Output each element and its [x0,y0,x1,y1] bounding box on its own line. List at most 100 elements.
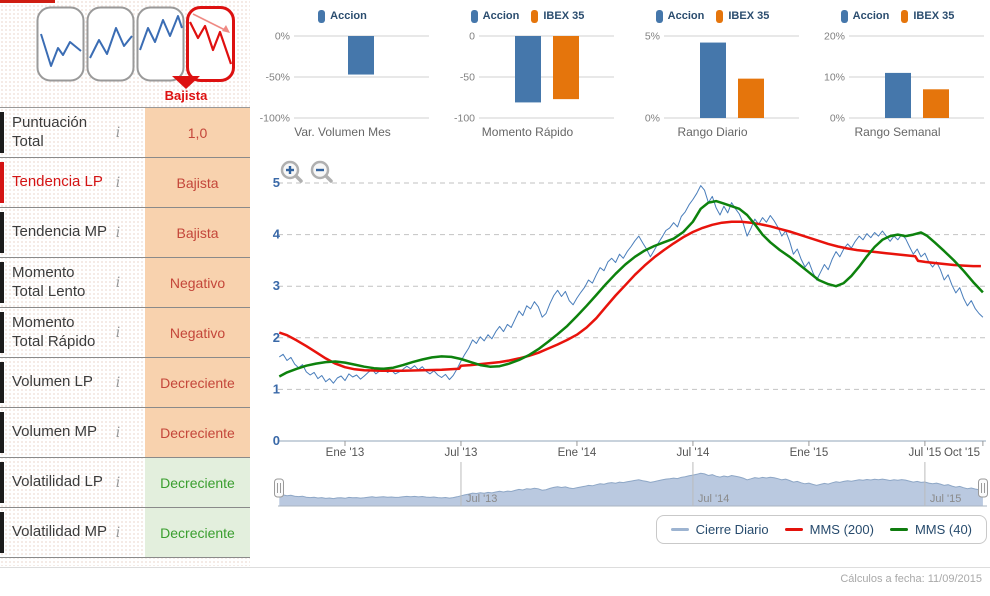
mini-legend-item[interactable]: Accion [318,9,367,23]
x-axis-label: Ene '15 [790,447,829,458]
legend-item[interactable]: Cierre Diario [670,522,769,537]
row-label: Puntuación Total [12,114,88,150]
legend-label: IBEX 35 [728,10,770,22]
legend-line-swatch [670,527,689,531]
legend-item[interactable]: MMS (40) [889,521,972,537]
series-mms-40- [278,199,984,378]
mini-chart-legend: Accion IBEX 35 [805,6,990,26]
legend-row: Cierre Diario MMS (200) MMS (40) [250,510,990,548]
legend-line-swatch [784,527,803,531]
navigator-right-handle[interactable] [978,478,988,498]
range-navigator[interactable]: Jul '13 Jul '14 Jul '15 [250,458,990,510]
legend-label: IBEX 35 [543,10,585,22]
info-icon[interactable]: i [108,425,128,441]
legend-label: MMS (200) [809,521,874,537]
mini-bar-chart: Accion IBEX 35 0 -50 -100 Momento Rápido [435,0,620,148]
x-axis-label: Ene '14 [558,447,597,458]
trend-thumb-2[interactable] [86,6,135,82]
legend-swatch-icon [318,9,326,23]
calculation-date: Cálculos a fecha: 11/09/2015 [840,573,982,585]
bar-ibex-35 [738,78,764,118]
mini-chart-plot: 0% -50% -100% [260,31,429,125]
trend-thumb-1[interactable] [36,6,85,82]
legend-swatch-icon [901,9,909,23]
trend-table-row: Tendencia LP i Bajista [0,158,250,208]
row-accent-bar [0,512,4,553]
info-icon[interactable]: i [108,325,128,341]
mini-bar-chart: Accion IBEX 35 5% 0% Rango Diario [620,0,805,148]
analysis-panel: Bajista Puntuación Total i 1,0 Tendencia… [0,0,250,566]
charts-panel: Accion 0% -50% -100% Var. Volumen Mes Acci… [250,0,990,566]
mini-legend-item[interactable]: IBEX 35 [531,9,585,23]
row-label: Momento Total Rápido [12,314,96,350]
zoom-out-button[interactable] [310,160,333,183]
mini-legend-item[interactable]: IBEX 35 [901,9,954,23]
navigator-area [279,473,983,506]
bar-accion [515,36,541,103]
mini-bar-charts: Accion 0% -50% -100% Var. Volumen Mes Acci… [250,0,990,148]
mini-legend-item[interactable]: Accion [840,9,890,23]
price-chart[interactable]: 0 1 2 3 4 5 Ene '13 Jul '13 Ene '14 Jul '14 Ene '1… [250,148,990,458]
info-icon[interactable]: i [108,475,128,491]
trend-thumb-4-active[interactable] [186,6,235,82]
info-icon[interactable]: i [108,275,128,291]
legend-swatch-icon [840,9,848,23]
y-axis-label: 4 [273,227,281,242]
mini-legend-item[interactable]: IBEX 35 [716,9,770,23]
info-icon[interactable]: i [108,375,128,391]
row-label: Volumen MP [12,423,98,441]
mini-chart-plot: 0 -50 -100 [454,31,614,125]
handle-grip-icon [978,478,988,498]
bar-accion [885,72,911,118]
legend-swatch-icon [655,9,663,23]
navigator-left-handle[interactable] [274,478,284,498]
trend-table-row: Volatilidad LP i Decreciente [0,458,250,508]
row-value: Negativo [145,258,250,307]
trend-sparkline-icon [86,6,135,82]
navigator-label: Jul '14 [698,493,729,505]
y-axis-label: 0 [273,433,280,448]
bar-accion [700,42,726,118]
axis-tick-label: -100 [454,113,475,123]
info-icon[interactable]: i [108,225,128,241]
zoom-in-button[interactable] [280,160,303,183]
trend-thumb-3[interactable] [136,6,185,82]
legend-item[interactable]: MMS (200) [784,521,874,537]
row-value: 1,0 [145,108,250,157]
x-axis-label: Jul '15 [908,447,941,458]
x-axis-label: Jul '14 [676,447,709,458]
row-value: Bajista [145,158,250,207]
mini-bar-chart: Accion IBEX 35 20% 10% 0% Rango Semanal [805,0,990,148]
axis-tick-label: 10% [824,72,845,84]
legend-label: MMS (40) [914,521,972,537]
info-icon[interactable]: i [108,175,128,191]
row-value: Decreciente [145,508,250,557]
x-axis-label: Ene '13 [326,447,365,458]
axis-tick-label: -50 [460,72,475,84]
bar-ibex-35 [923,89,949,118]
y-axis-label: 1 [273,381,280,396]
trend-table-row: Tendencia MP i Bajista [0,208,250,258]
info-icon[interactable]: i [108,125,128,141]
row-label: Volatilidad MP [12,523,108,541]
row-accent-bar [0,412,4,453]
axis-tick-label: -50% [265,72,290,84]
legend-swatch-icon [531,9,539,23]
navigator-label: Jul '13 [466,493,497,505]
row-label: Volumen LP [12,373,93,391]
mini-legend-item[interactable]: Accion [470,9,519,23]
axis-tick-label: -100% [260,113,290,123]
trend-sparkline-icon [36,6,85,82]
row-accent-bar [0,162,4,203]
mini-legend-item[interactable]: Accion [655,9,704,23]
mini-chart-plot: 20% 10% 0% [824,31,984,125]
legend-label: Accion [852,10,890,22]
trend-table-row: Volumen MP i Decreciente [0,408,250,458]
info-icon[interactable]: i [108,525,128,541]
axis-tick-label: 0% [645,113,660,123]
stock-analysis-dashboard: Bajista Puntuación Total i 1,0 Tendencia… [0,0,990,596]
row-label: Tendencia LP [12,173,103,191]
magnifier-handle-icon [294,174,303,183]
mini-chart-title: Rango Diario [677,125,748,139]
bearish-sparkline-icon [186,6,235,82]
